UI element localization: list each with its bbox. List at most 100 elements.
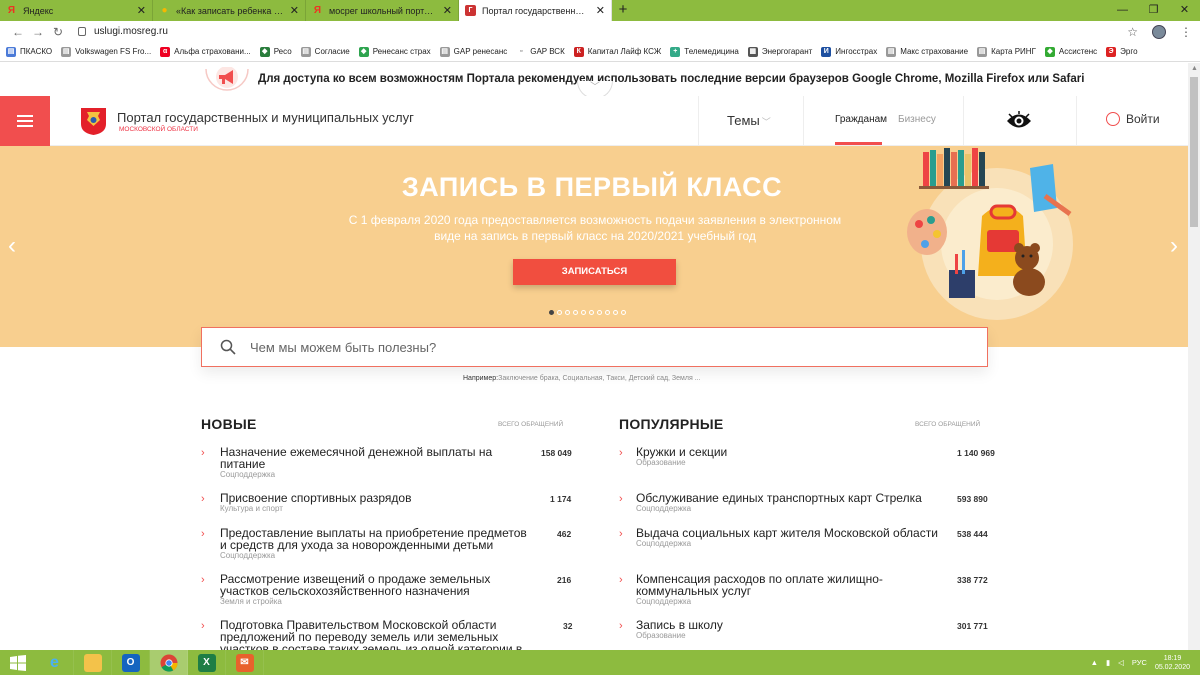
portal-subtitle: МОСКОВСКОЙ ОБЛАСТИ [119, 126, 198, 133]
new-tab-button[interactable]: + [612, 0, 634, 21]
portal-title[interactable]: Портал государственных и муниципальных у… [117, 110, 414, 125]
close-tab-icon[interactable]: ✕ [290, 4, 299, 17]
browser-tab[interactable]: Я мосрег школьный портал — Ян ✕ [306, 0, 459, 21]
bookmark-item[interactable]: ▤ Карта РИНГ [977, 46, 1036, 57]
back-icon[interactable]: ← [8, 25, 28, 39]
volume-icon[interactable]: ◁ [1118, 658, 1124, 667]
popular-services-section: ПОПУЛЯРНЫЕ ВСЕГО ОБРАЩЕНИЙ › Кружки и се… [619, 416, 995, 640]
forward-icon[interactable]: → [28, 25, 48, 39]
carousel-dot[interactable] [621, 310, 626, 315]
bookmark-item[interactable]: ▦ Энергогарант [747, 46, 812, 57]
service-category: Земля и стройка [220, 597, 282, 606]
school-illustration [907, 148, 1073, 320]
service-name[interactable]: Запись в школу [636, 619, 936, 631]
bookmark-item[interactable]: ◆ Ресо [259, 46, 292, 57]
tray-arrow-icon[interactable]: ▲ [1091, 658, 1098, 667]
carousel-dot[interactable] [589, 310, 594, 315]
maximize-icon[interactable]: ❐ [1138, 0, 1169, 21]
windows-logo-icon [10, 654, 26, 671]
language-indicator[interactable]: РУС [1132, 658, 1147, 667]
browser-tab-active[interactable]: Г Портал государственных и муни ✕ [459, 0, 612, 21]
taskbar-app[interactable]: ✉ [226, 650, 264, 675]
service-name[interactable]: Рассмотрение извещений о продаже земельн… [220, 573, 510, 597]
tab-citizens[interactable]: Гражданам [835, 114, 887, 125]
lock-icon [78, 27, 86, 36]
profile-avatar[interactable] [1152, 24, 1166, 39]
accessibility-eye-icon[interactable] [1005, 110, 1033, 132]
enroll-button[interactable]: ЗАПИСАТЬСЯ [513, 259, 676, 285]
taskbar-ie[interactable]: e [36, 650, 74, 675]
examples-links[interactable]: Заключение брака, Социальная, Такси, Дет… [498, 375, 700, 382]
bookmark-icon: ◆ [1044, 46, 1055, 57]
windows-start-button[interactable] [0, 650, 36, 675]
bookmark-item[interactable]: ▤ GAP ренесанс [439, 46, 507, 57]
service-name[interactable]: Назначение ежемесячной денежной выплаты … [220, 446, 510, 470]
minimize-icon[interactable]: — [1107, 0, 1138, 21]
clock[interactable]: 18:19 05.02.2020 [1155, 654, 1190, 672]
bookmark-item[interactable]: ◆ Ассистенс [1044, 46, 1097, 57]
taskbar-chrome[interactable] [150, 650, 188, 675]
url-field[interactable]: uslugi.mosreg.ru [78, 26, 168, 37]
browser-tab[interactable]: ● «Как записать ребенка в школу» ✕ [153, 0, 306, 21]
carousel-dot[interactable] [613, 310, 618, 315]
service-item[interactable]: › Подготовка Правительством Московской о… [201, 619, 581, 650]
bookmark-item[interactable]: ▤ Volkswagen FS Fro... [61, 46, 152, 57]
bookmark-item[interactable]: α Альфа страховани... [160, 46, 251, 57]
service-count: 538 444 [957, 529, 988, 539]
chevron-left-icon[interactable]: ‹ [8, 232, 16, 260]
browser-tab[interactable]: Я Яндекс ✕ [0, 0, 153, 21]
service-name[interactable]: Компенсация расходов по оплате жилищно-к… [636, 573, 906, 597]
bookmark-label: Volkswagen FS Fro... [75, 47, 152, 56]
service-name[interactable]: Присвоение спортивных разрядов [220, 492, 510, 504]
carousel-dot[interactable] [597, 310, 602, 315]
taskbar-excel[interactable]: X [188, 650, 226, 675]
bookmark-item[interactable]: ▫ GAP ВСК [516, 46, 565, 57]
carousel-dot[interactable] [573, 310, 578, 315]
coat-of-arms-icon[interactable] [80, 106, 107, 136]
close-tab-icon[interactable]: ✕ [443, 4, 452, 17]
network-icon[interactable]: ▮ [1106, 658, 1110, 667]
menu-button[interactable] [0, 96, 50, 146]
bookmark-item[interactable]: И Ингосстрах [821, 46, 877, 57]
login-button[interactable]: Войти [1106, 112, 1160, 126]
chevron-right-icon[interactable]: › [1170, 232, 1178, 260]
close-tab-icon[interactable]: ✕ [596, 4, 605, 17]
bookmark-item[interactable]: ◆ Ренесанс страх [358, 46, 431, 57]
carousel-dot[interactable] [581, 310, 586, 315]
reload-icon[interactable]: ↻ [48, 25, 68, 39]
star-icon[interactable]: ☆ [1127, 25, 1138, 39]
service-count: 158 049 [541, 448, 572, 458]
service-name[interactable]: Выдача социальных карт жителя Московской… [636, 527, 946, 539]
scroll-up-icon[interactable]: ▲ [1191, 65, 1198, 72]
service-name[interactable]: Кружки и секции [636, 446, 936, 458]
carousel-dot-active[interactable] [549, 310, 554, 315]
carousel-dot[interactable] [605, 310, 610, 315]
menu-dots-icon[interactable]: ⋮ [1180, 25, 1192, 39]
bookmark-item[interactable]: ▤ Макс страхование [886, 46, 968, 57]
scrollbar-thumb[interactable] [1190, 77, 1198, 227]
service-category: Соцподдержка [636, 504, 692, 513]
bookmark-item[interactable]: ▤ ПКАСКО [6, 46, 52, 57]
close-tab-icon[interactable]: ✕ [137, 4, 146, 17]
tab-business[interactable]: Бизнесу [898, 114, 936, 125]
service-name[interactable]: Обслуживание единых транспортных карт Ст… [636, 492, 936, 504]
carousel-dot[interactable] [557, 310, 562, 315]
tab-title: Яндекс [23, 5, 54, 16]
bookmark-icon: ▫ [516, 46, 527, 57]
close-window-icon[interactable]: ✕ [1169, 0, 1200, 21]
search-input[interactable] [250, 339, 850, 355]
tab-title: Портал государственных и муни [482, 5, 590, 16]
taskbar-outlook[interactable]: O [112, 650, 150, 675]
bookmark-item[interactable]: К Капитал Лайф КСЖ [573, 46, 661, 57]
chevron-right-icon: › [201, 528, 205, 540]
taskbar-explorer[interactable] [74, 650, 112, 675]
bookmark-item[interactable]: ▤ Согласие [300, 46, 350, 57]
service-name[interactable]: Подготовка Правительством Московской обл… [220, 619, 530, 650]
bookmarks-bar: ▤ ПКАСКО ▤ Volkswagen FS Fro... α Альфа стр… [0, 42, 1200, 62]
service-name[interactable]: Предоставление выплаты на приобретение п… [220, 527, 530, 551]
carousel-dot[interactable] [565, 310, 570, 315]
bookmark-item[interactable]: + Телемедицина [670, 46, 739, 57]
page-scrollbar[interactable]: ▲ [1188, 63, 1200, 653]
themes-dropdown[interactable]: Темы ﹀ [727, 113, 771, 128]
bookmark-item[interactable]: Э Эрго [1106, 46, 1138, 57]
